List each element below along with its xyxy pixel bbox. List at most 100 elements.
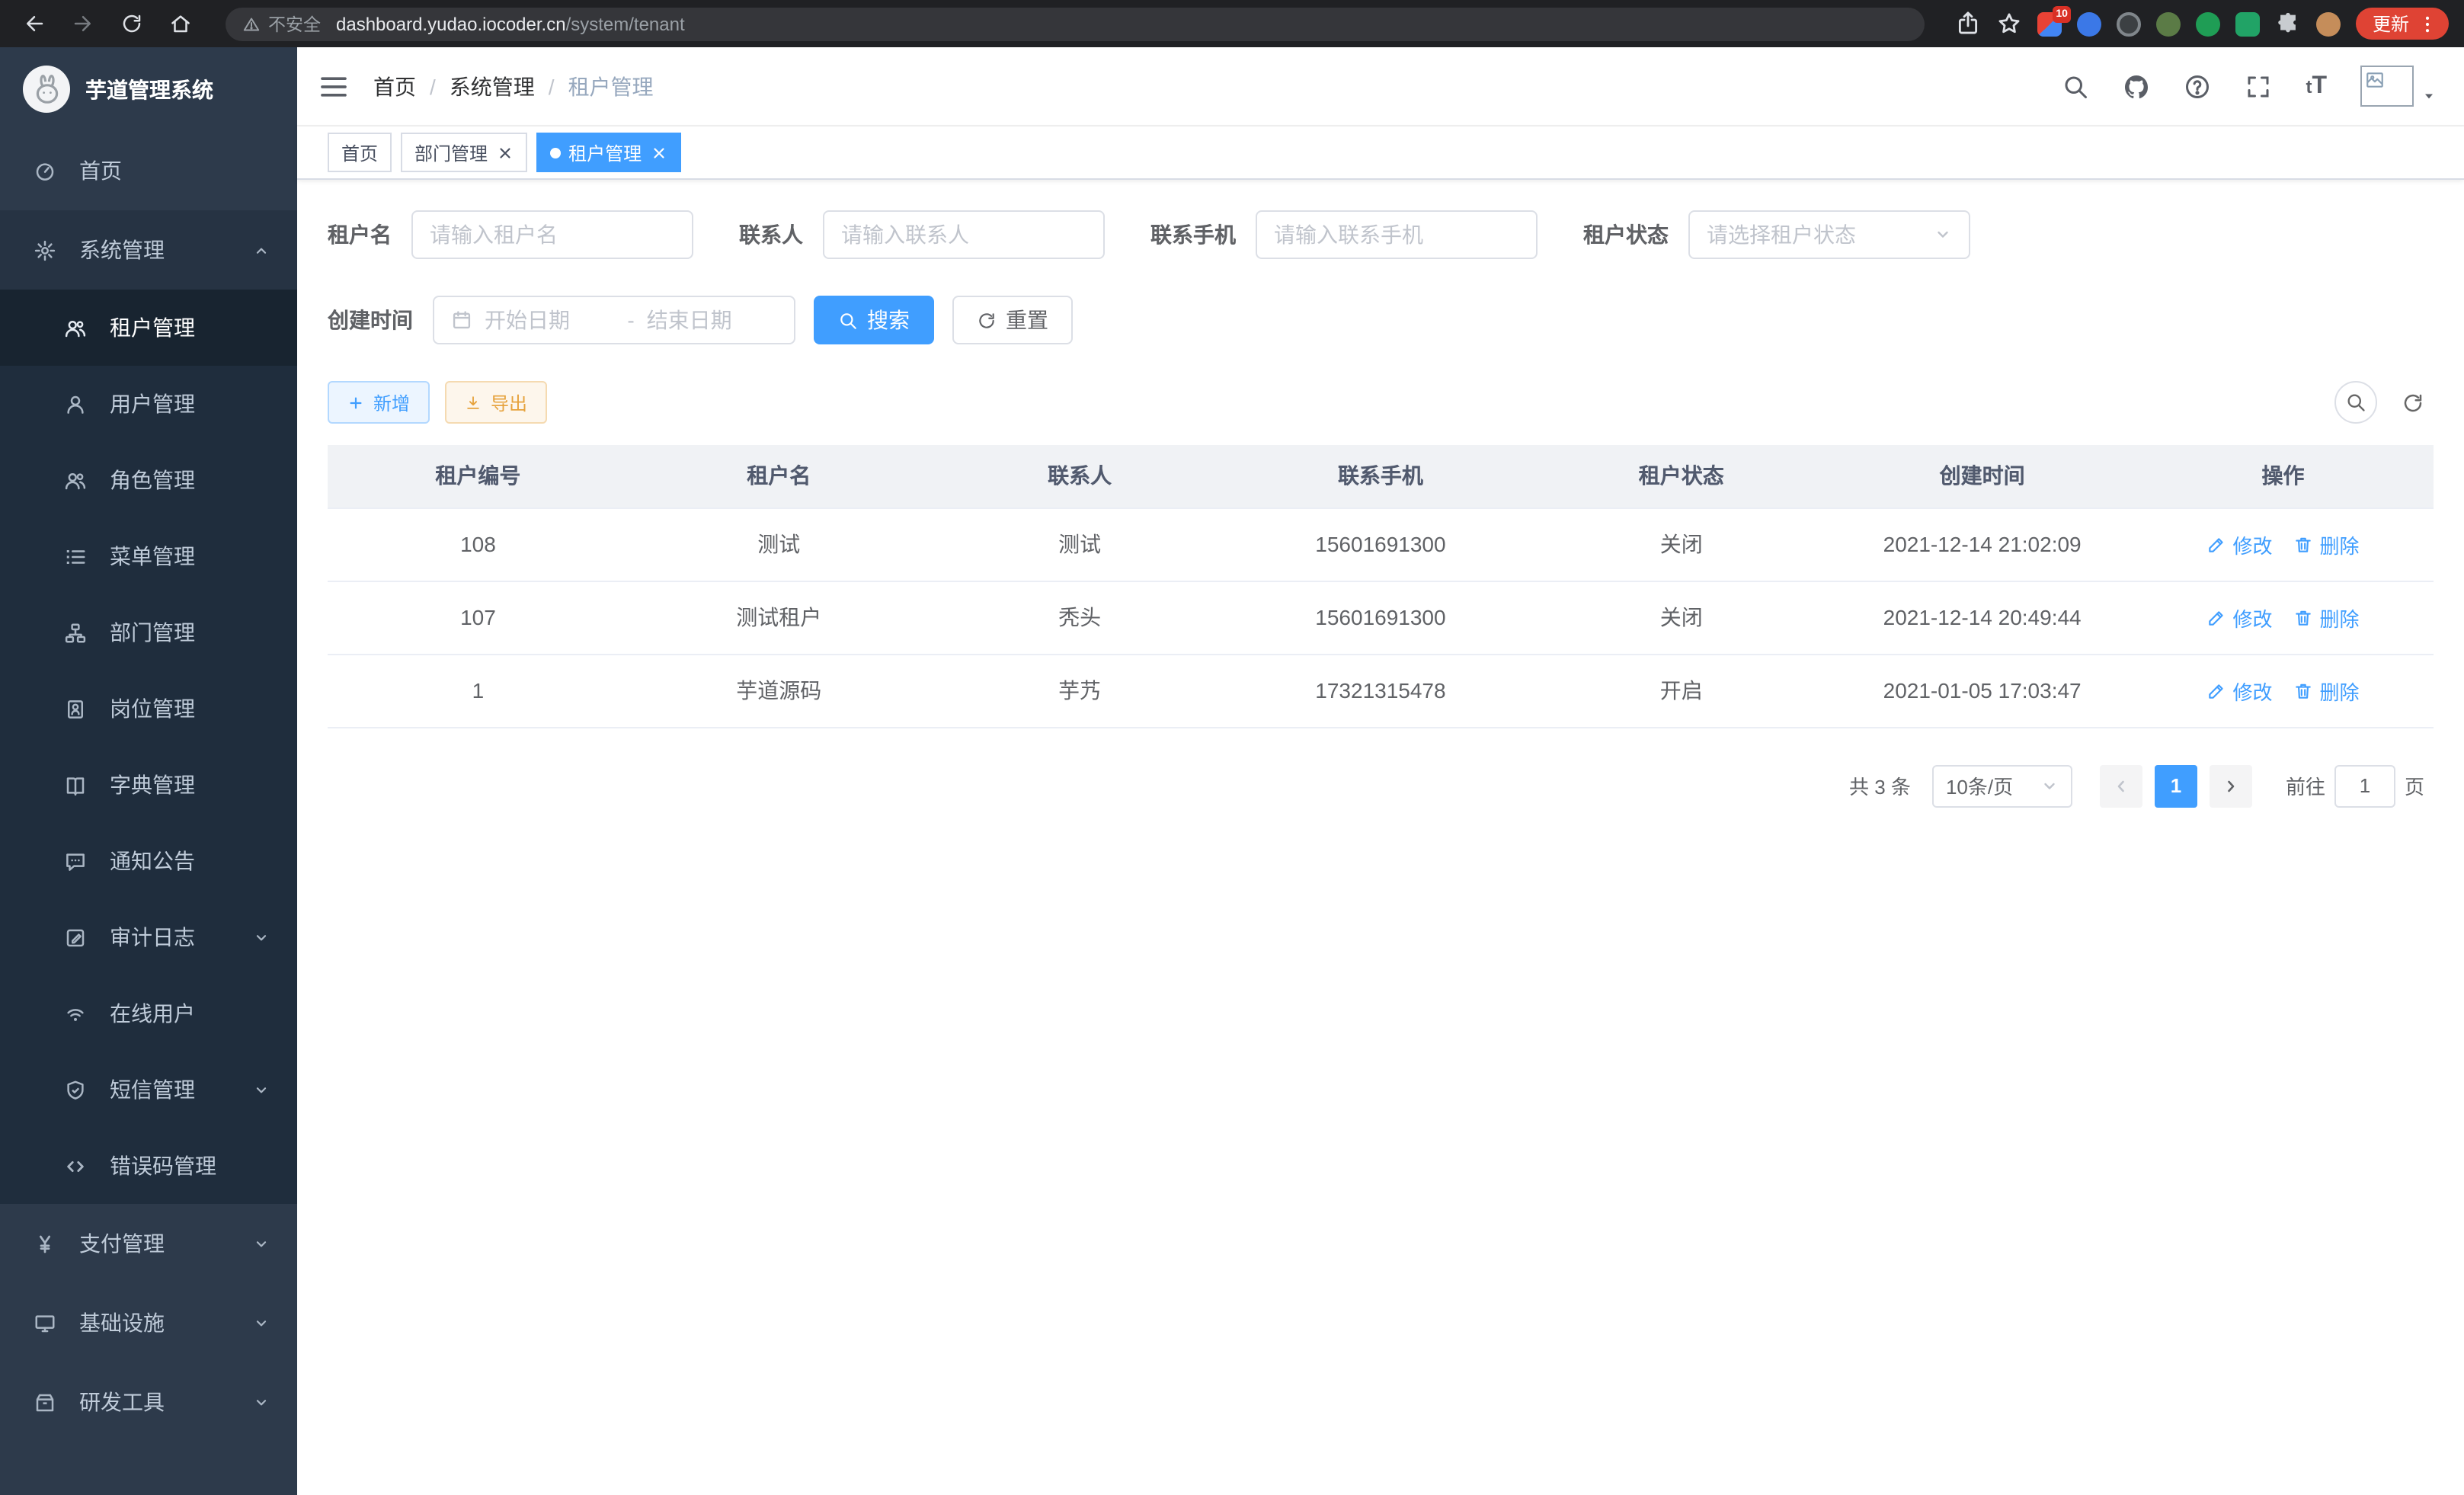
chevron-down-icon [253,1314,270,1331]
header-search-icon[interactable] [2062,72,2089,100]
extension-icon[interactable] [2077,11,2101,36]
app-shell: 芋道管理系统 首页系统管理租户管理用户管理角色管理菜单管理部门管理岗位管理字典管… [0,47,2464,1495]
export-button[interactable]: 导出 [445,381,547,424]
profile-avatar-icon[interactable] [2316,11,2341,36]
edit-link[interactable]: 修改 [2207,603,2273,632]
close-icon[interactable] [497,144,514,161]
sidebar-item-tool[interactable]: 研发工具 [0,1362,297,1442]
cell-created: 2021-12-14 20:49:44 [1832,581,2133,654]
extension-icon[interactable] [2235,11,2260,36]
sidebar-item-infra[interactable]: 基础设施 [0,1283,297,1362]
status-select[interactable]: 请选择租户状态 [1688,210,1970,259]
cell-status: 关闭 [1531,581,1832,654]
fullscreen-icon[interactable] [2245,72,2272,100]
delete-link[interactable]: 删除 [2294,530,2360,559]
cell-phone: 15601691300 [1230,507,1531,581]
contact-input[interactable] [841,222,1086,247]
page-number-button[interactable]: 1 [2155,764,2197,807]
breadcrumb: 首页 / 系统管理 / 租户管理 [373,71,654,101]
sidebar-item-user[interactable]: 用户管理 [0,366,297,442]
browser-back-button[interactable] [15,5,52,42]
sidebar-item-role[interactable]: 角色管理 [0,442,297,518]
browser-reload-button[interactable] [113,5,149,42]
sidebar-item-menu[interactable]: 菜单管理 [0,518,297,594]
extension-icon[interactable] [2196,11,2220,36]
sidebar-item-notice[interactable]: 通知公告 [0,823,297,899]
cell-id: 1 [328,654,629,727]
browser-update-button[interactable]: 更新 [2356,8,2449,40]
sidebar-item-sms[interactable]: 短信管理 [0,1052,297,1128]
browser-menu-kebab-icon[interactable] [2417,13,2438,34]
tab-tenant[interactable]: 租户管理 [536,133,681,172]
extension-icon[interactable]: 10 [2037,11,2062,36]
help-icon[interactable] [2184,72,2211,100]
edit-link[interactable]: 修改 [2207,530,2273,559]
sidebar-item-dept[interactable]: 部门管理 [0,594,297,671]
field-label: 联系人 [739,219,803,250]
delete-link[interactable]: 删除 [2294,676,2360,705]
add-button[interactable]: 新增 [328,381,430,424]
sidebar-item-errcode[interactable]: 错误码管理 [0,1128,297,1204]
sidebar-item-pay[interactable]: 支付管理 [0,1204,297,1283]
share-icon[interactable] [1955,11,1981,37]
extensions-puzzle-icon[interactable] [2275,11,2301,37]
breadcrumb-item[interactable]: 首页 [373,71,416,101]
column-header: 租户名 [629,445,930,507]
sidebar-item-system[interactable]: 系统管理 [0,210,297,290]
extension-icon[interactable] [2117,11,2141,36]
goto-page: 前往 页 [2277,764,2434,807]
browser-forward-button[interactable] [64,5,101,42]
next-page-button[interactable] [2210,764,2252,807]
sidebar-item-online[interactable]: 在线用户 [0,975,297,1052]
sidebar-item-label: 审计日志 [110,922,253,952]
cell-name: 芋道源码 [629,654,930,727]
sidebar-item-label: 系统管理 [79,235,253,265]
filter-status: 租户状态 请选择租户状态 [1583,210,1970,259]
tab-dept[interactable]: 部门管理 [401,133,527,172]
sidebar-item-dict[interactable]: 字典管理 [0,747,297,823]
menu-icon [64,545,87,568]
page-size-select[interactable]: 10条/页 [1932,764,2072,807]
refresh-table-button[interactable] [2391,381,2434,424]
tenant-name-input[interactable] [430,222,675,247]
sidebar-item-post[interactable]: 岗位管理 [0,671,297,747]
field-label: 租户名 [328,219,392,250]
sidebar-item-label: 通知公告 [110,846,270,876]
address-bar[interactable]: 不安全 dashboard.yudao.iocoder.cn/system/te… [226,7,1925,40]
cell-name: 测试租户 [629,581,930,654]
sidebar-item-tenant[interactable]: 租户管理 [0,290,297,366]
font-size-icon[interactable]: tT [2306,72,2327,101]
table-toolbar: 新增 导出 [328,381,2434,424]
browser-home-button[interactable] [162,5,198,42]
close-icon[interactable] [651,144,667,161]
sidebar-item-audit[interactable]: 审计日志 [0,899,297,975]
reset-button[interactable]: 重置 [952,296,1073,344]
goto-page-input[interactable] [2334,764,2395,807]
tab-home[interactable]: 首页 [328,133,392,172]
delete-link[interactable]: 删除 [2294,603,2360,632]
plus-icon [347,394,364,411]
field-label: 联系手机 [1150,219,1236,250]
sidebar-item-label: 基础设施 [79,1308,253,1338]
url-host: dashboard.yudao.iocoder.cn [336,13,566,34]
date-range-picker[interactable]: 开始日期 - 结束日期 [433,296,795,344]
filter-form-row-2: 创建时间 开始日期 - 结束日期 搜索 重置 [328,296,2434,344]
sidebar-item-label: 角色管理 [110,465,270,495]
navbar: 首页 / 系统管理 / 租户管理 tT [297,47,2464,126]
breadcrumb-item[interactable]: 系统管理 [450,71,535,101]
bookmark-star-icon[interactable] [1996,11,2022,37]
toggle-search-button[interactable] [2334,381,2377,424]
search-button[interactable]: 搜索 [814,296,934,344]
table-row: 1芋道源码芋艿17321315478开启2021-01-05 17:03:47修… [328,654,2434,727]
sidebar-item-home[interactable]: 首页 [0,131,297,210]
sidebar-collapse-icon[interactable] [318,71,349,101]
github-icon[interactable] [2123,72,2150,100]
user-avatar-dropdown[interactable] [2360,66,2437,107]
sidebar-logo[interactable]: 芋道管理系统 [0,47,297,131]
chevron-down-icon [2040,776,2059,795]
audit-icon [64,926,87,949]
phone-input[interactable] [1274,222,1519,247]
edit-link[interactable]: 修改 [2207,676,2273,705]
extension-icon[interactable] [2156,11,2181,36]
prev-page-button[interactable] [2100,764,2142,807]
